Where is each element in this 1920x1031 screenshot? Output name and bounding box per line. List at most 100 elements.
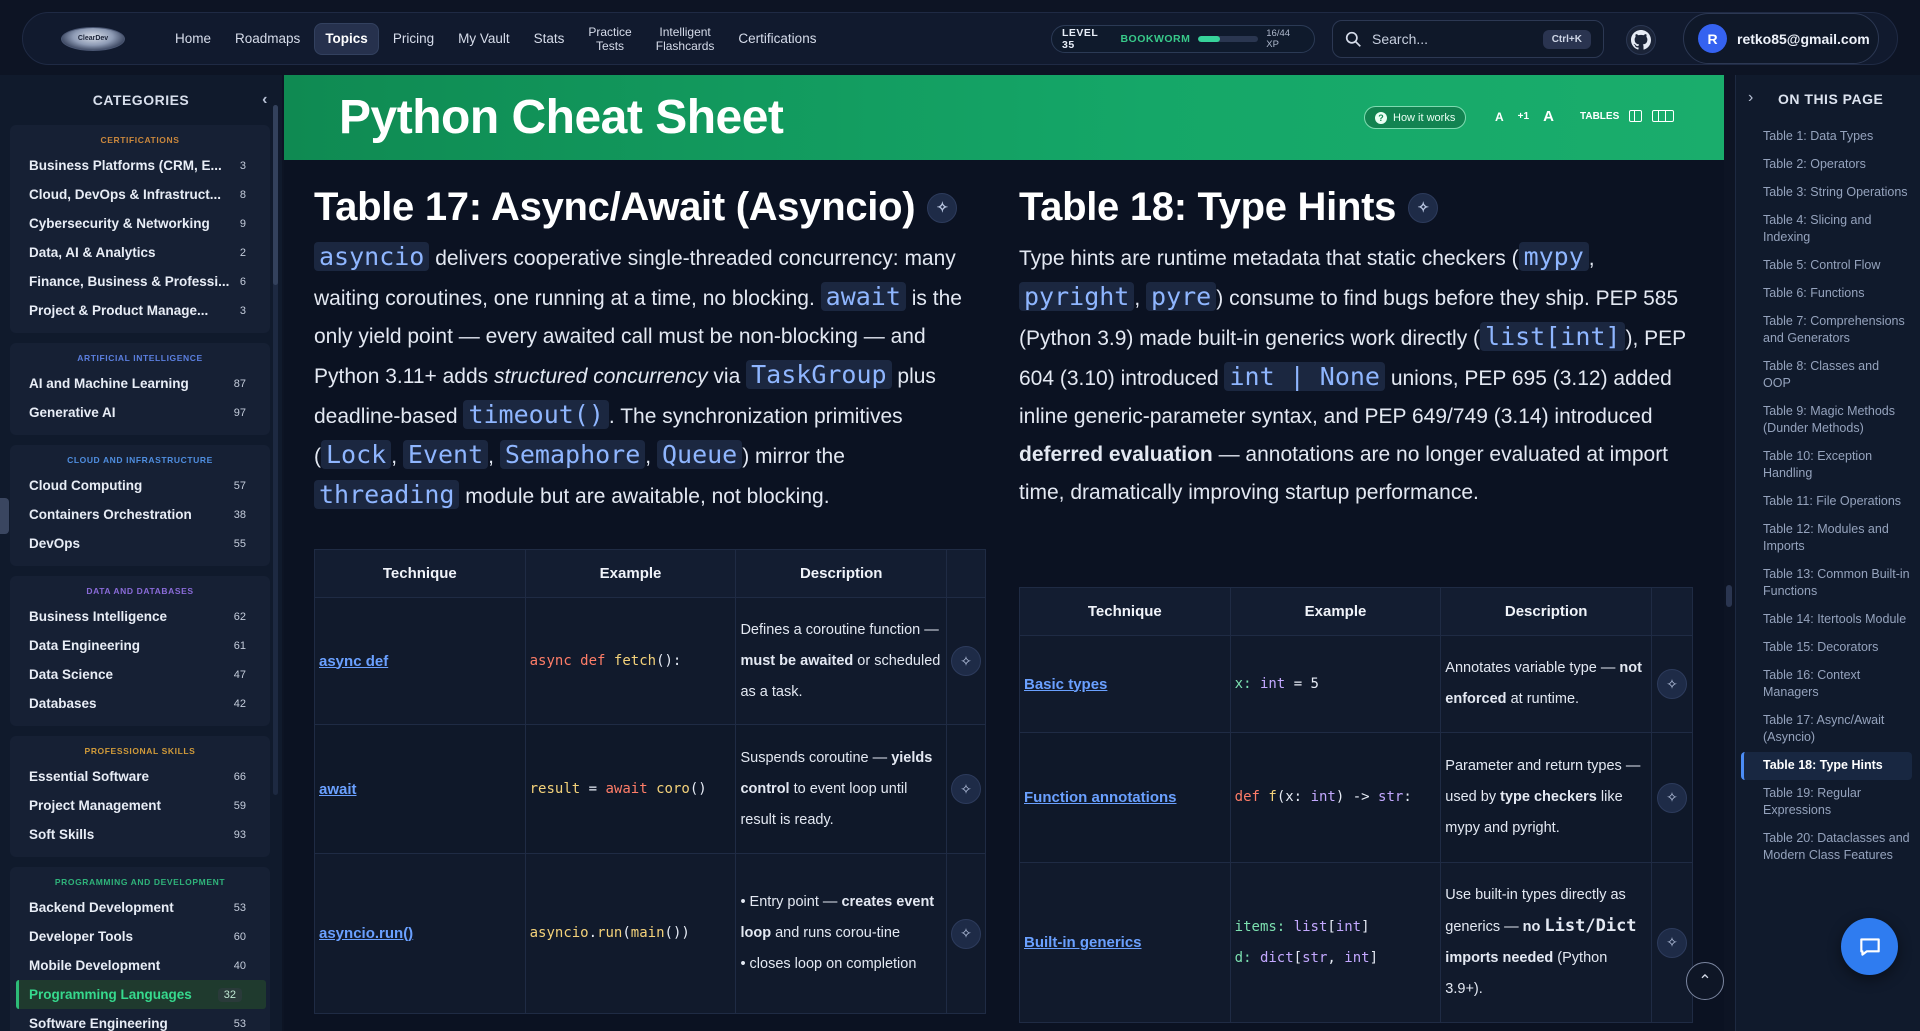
category-label: Generative AI — [29, 405, 116, 420]
technique-link[interactable]: await — [319, 781, 357, 798]
ai-explain-icon[interactable]: ✧ — [950, 918, 981, 949]
toc-item[interactable]: Table 15: Decorators — [1741, 634, 1920, 662]
user-account-menu[interactable]: R retko85@gmail.com — [1683, 13, 1879, 64]
category-item[interactable]: Soft Skills 93 — [10, 820, 270, 849]
nav-topics[interactable]: Topics — [314, 22, 379, 55]
toc-item[interactable]: Table 13: Common Built-in Functions — [1741, 561, 1920, 606]
toc-item[interactable]: Table 8: Classes and OOP — [1741, 353, 1920, 398]
category-item[interactable]: Data Engineering 61 — [10, 631, 270, 660]
three-column-layout-icon[interactable] — [1652, 110, 1675, 122]
technique-link[interactable]: Basic types — [1024, 676, 1107, 693]
left-edge-handle[interactable] — [0, 498, 9, 534]
category-item[interactable]: Generative AI 97 — [10, 398, 270, 427]
category-item[interactable]: Containers Orchestration 38 — [10, 500, 270, 529]
category-item[interactable]: Mobile Development 40 — [10, 951, 270, 980]
category-group-title: PROGRAMMING AND DEVELOPMENT — [54, 877, 226, 887]
toc-item[interactable]: Table 20: Dataclasses and Modern Class F… — [1741, 825, 1920, 870]
collapse-toc-icon[interactable]: › — [1748, 89, 1753, 107]
category-item[interactable]: Project Management 59 — [10, 791, 270, 820]
toc-item[interactable]: Table 4: Slicing and Indexing — [1741, 207, 1920, 252]
main-scrollbar-thumb[interactable] — [1726, 585, 1732, 607]
toc-item[interactable]: Table 10: Exception Handling — [1741, 443, 1920, 488]
sidebar-scrollbar[interactable] — [273, 105, 278, 795]
category-item[interactable]: Programming Languages 32 — [16, 980, 266, 1009]
two-column-layout-icon[interactable] — [1629, 110, 1643, 122]
nav-stats[interactable]: Stats — [524, 24, 575, 54]
category-item[interactable]: Finance, Business & Professi... 6 — [10, 267, 270, 296]
site-logo[interactable]: ClearDev — [61, 26, 125, 51]
sidebar-scroll-thumb[interactable] — [273, 105, 278, 285]
category-label: Data Engineering — [29, 638, 141, 653]
level-progress-widget[interactable]: LEVEL 35 BOOKWORM 16/44 XP — [1051, 25, 1315, 53]
how-it-works-button[interactable]: ? How it works — [1364, 106, 1467, 129]
nav-home[interactable]: Home — [165, 24, 221, 54]
toc-item[interactable]: Table 3: String Operations — [1741, 179, 1920, 207]
ai-explain-icon[interactable]: ✧ — [927, 192, 958, 223]
toc-item[interactable]: Table 17: Async/Await (Asyncio) — [1741, 707, 1920, 752]
toc-item[interactable]: Table 14: Itertools Module — [1741, 606, 1920, 634]
on-this-page-panel: › ON THIS PAGE Table 1: Data Types Table … — [1735, 75, 1920, 1031]
toc-item[interactable]: Table 6: Functions — [1741, 280, 1920, 308]
nav-pricing[interactable]: Pricing — [383, 24, 444, 54]
ai-explain-icon[interactable]: ✧ — [1656, 927, 1687, 958]
avatar: R — [1698, 24, 1727, 53]
category-item[interactable]: Software Engineering 53 — [10, 1009, 270, 1031]
category-count: 66 — [233, 770, 246, 783]
category-item[interactable]: Data, AI & Analytics 2 — [10, 238, 270, 267]
toc-item[interactable]: Table 18: Type Hints — [1741, 752, 1912, 780]
chat-support-button[interactable] — [1841, 918, 1898, 975]
ai-explain-icon[interactable]: ✧ — [1408, 192, 1439, 223]
technique-link[interactable]: Built-in generics — [1024, 934, 1142, 951]
technique-link[interactable]: Function annotations — [1024, 789, 1176, 806]
category-item[interactable]: AI and Machine Learning 87 — [10, 369, 270, 398]
ai-explain-icon[interactable]: ✧ — [950, 646, 981, 676]
column-header-technique: Technique — [314, 549, 526, 598]
table-header-row: Technique Example Description — [314, 549, 986, 598]
font-decrease-button[interactable]: A — [1495, 110, 1504, 124]
toc-item[interactable]: Table 16: Context Managers — [1741, 662, 1920, 707]
table-row: Built-in generics items: list[int] d: dic… — [1019, 862, 1694, 1023]
category-item[interactable]: Developer Tools 60 — [10, 922, 270, 951]
category-item[interactable]: DevOps 55 — [10, 529, 270, 558]
toc-item[interactable]: Table 1: Data Types — [1741, 123, 1920, 151]
nav-roadmaps[interactable]: Roadmaps — [225, 24, 310, 54]
category-item[interactable]: Data Science 47 — [10, 660, 270, 689]
toc-item[interactable]: Table 9: Magic Methods (Dunder Methods) — [1741, 398, 1920, 443]
category-item[interactable]: Databases 42 — [10, 689, 270, 718]
github-icon[interactable] — [1626, 25, 1656, 55]
ai-explain-icon[interactable]: ✧ — [1656, 669, 1687, 699]
category-item[interactable]: Project & Product Manage... 3 — [10, 296, 270, 325]
ai-explain-icon[interactable]: ✧ — [1656, 782, 1687, 813]
nav-intelligent-flashcards[interactable]: Intelligent Flashcards — [646, 17, 725, 61]
search-box[interactable]: Search... Ctrl+K — [1332, 20, 1604, 58]
category-label: Project & Product Manage... — [29, 303, 209, 318]
toc-item[interactable]: Table 11: File Operations — [1741, 488, 1920, 516]
category-label: Finance, Business & Professi... — [29, 274, 230, 289]
collapse-sidebar-icon[interactable]: ‹ — [262, 91, 268, 109]
toc-item[interactable]: Table 7: Comprehensions and Generators — [1741, 308, 1920, 353]
category-group-title: ARTIFICIAL INTELLIGENCE — [77, 353, 203, 363]
technique-link[interactable]: asyncio.run() — [319, 925, 413, 942]
category-item[interactable]: Cloud Computing 57 — [10, 471, 270, 500]
nav-practice-tests[interactable]: Practice Tests — [578, 17, 641, 61]
nav-my-vault[interactable]: My Vault — [448, 24, 520, 54]
technique-link[interactable]: async def — [319, 653, 388, 670]
toc-item[interactable]: Table 5: Control Flow — [1741, 252, 1920, 280]
toc-item[interactable]: Table 19: Regular Expressions — [1741, 780, 1920, 825]
ai-explain-icon[interactable]: ✧ — [950, 774, 981, 804]
category-item[interactable]: Backend Development 53 — [10, 893, 270, 922]
category-count: 93 — [233, 828, 246, 841]
nav-certifications[interactable]: Certifications — [728, 24, 826, 54]
font-increase-button[interactable]: A — [1543, 108, 1554, 125]
toc-item[interactable]: Table 12: Modules and Imports — [1741, 516, 1920, 561]
category-item[interactable]: Cloud, DevOps & Infrastruct... 8 — [10, 180, 270, 209]
category-item[interactable]: Cybersecurity & Networking 9 — [10, 209, 270, 238]
scroll-to-top-button[interactable]: ⌃ — [1686, 962, 1724, 1000]
category-group: DATA AND DATABASES Business Intelligence 6… — [10, 576, 270, 726]
column-header-example: Example — [1230, 587, 1442, 636]
toc-item[interactable]: Table 2: Operators — [1741, 151, 1920, 179]
category-item[interactable]: Essential Software 66 — [10, 762, 270, 791]
category-item[interactable]: Business Intelligence 62 — [10, 602, 270, 631]
category-item[interactable]: Business Platforms (CRM, E... 3 — [10, 151, 270, 180]
category-group-title: CERTIFICATIONS — [100, 135, 180, 145]
